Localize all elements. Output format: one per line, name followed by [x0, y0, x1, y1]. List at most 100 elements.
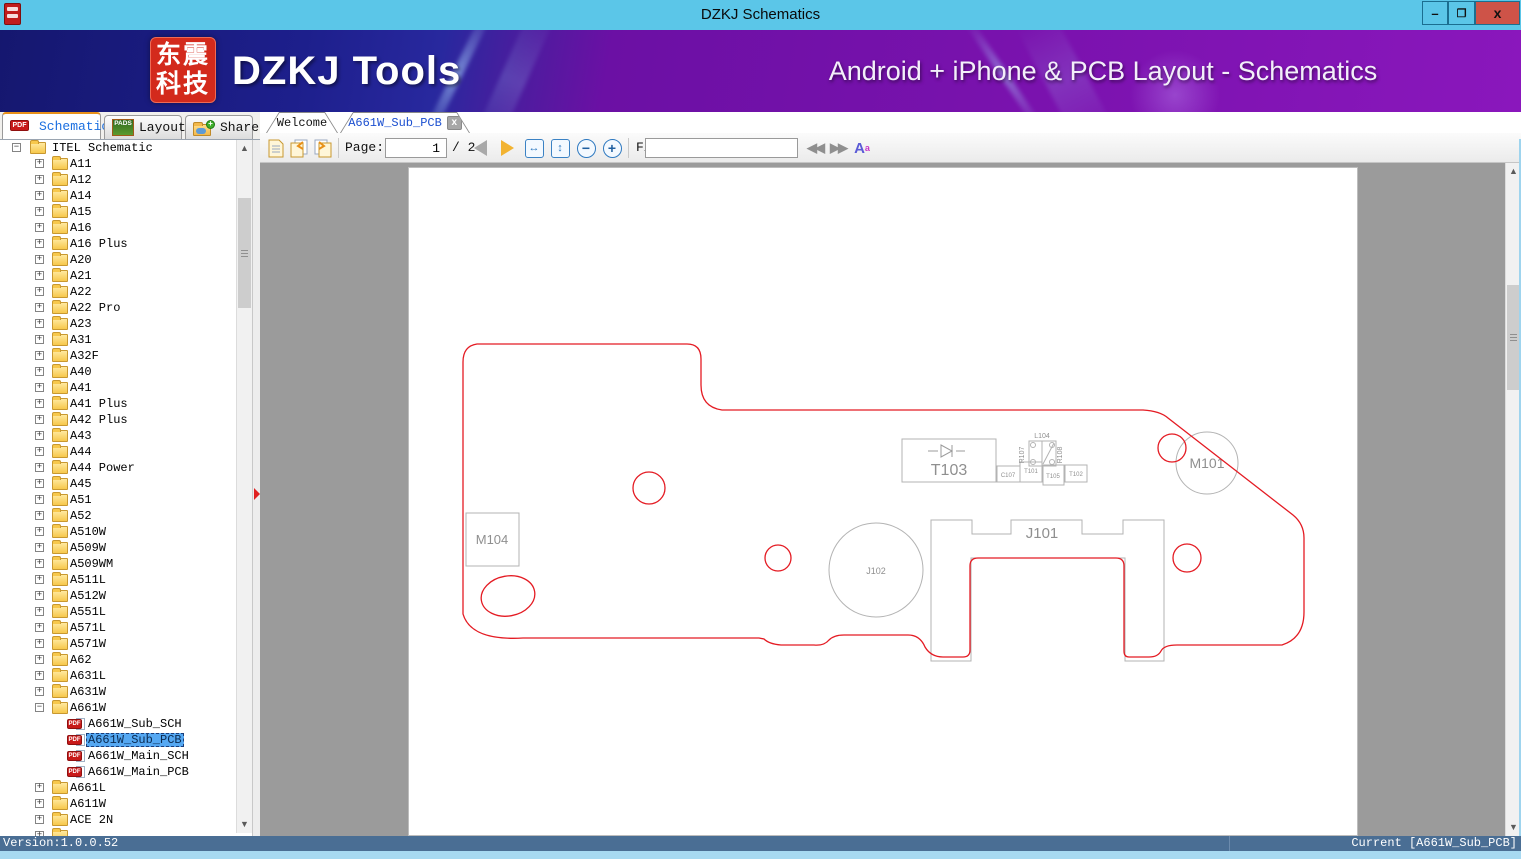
tree-item-label[interactable]: A12 [68, 173, 94, 187]
find-next-button[interactable]: ▶▶ [828, 138, 848, 158]
tree-item-label[interactable]: A509W [68, 541, 108, 555]
tree-item[interactable]: + A509WM [0, 556, 236, 572]
tree-expand-icon[interactable]: + [35, 543, 44, 552]
tree-expand-icon[interactable]: + [35, 511, 44, 520]
tree-item-label[interactable]: A45 [68, 477, 94, 491]
tree-scrollbar-thumb[interactable] [238, 198, 251, 308]
tree-expand-icon[interactable]: − [12, 143, 21, 152]
tree-expand-icon[interactable]: + [35, 351, 44, 360]
fit-page-button[interactable]: ↕ [550, 138, 570, 158]
tree-expand-icon[interactable]: + [35, 335, 44, 344]
tree-item[interactable]: + A21 [0, 268, 236, 284]
tree-item[interactable]: + A31 [0, 332, 236, 348]
tree-scrollbar[interactable]: ▲ ▼ [236, 140, 252, 833]
tree-expand-icon[interactable]: + [35, 687, 44, 696]
tree-item[interactable]: + ACE 2N [0, 812, 236, 828]
pdf-viewer-canvas[interactable]: M104 M101 J102 J101 T103 L104 R107 R108 … [260, 163, 1505, 836]
scroll-down-icon[interactable]: ▼ [237, 816, 252, 833]
tree-item[interactable]: − ITEL Schematic [0, 140, 236, 156]
tree-item[interactable]: + A43 [0, 428, 236, 444]
tree-item[interactable]: + A40 [0, 364, 236, 380]
tree-item[interactable]: + A22 Pro [0, 300, 236, 316]
tree-item[interactable]: + A511L [0, 572, 236, 588]
tree-item-label[interactable]: A51 [68, 493, 94, 507]
tree-expand-icon[interactable]: + [35, 287, 44, 296]
tree-item[interactable]: + A12 [0, 172, 236, 188]
tree-item-label[interactable]: A32F [68, 349, 101, 363]
tree-item[interactable]: + A631W [0, 684, 236, 700]
tree-item-label[interactable]: A551L [68, 605, 108, 619]
tree-expand-icon[interactable]: + [35, 175, 44, 184]
tree-item[interactable]: + A509W [0, 540, 236, 556]
tree-item-label[interactable]: A571W [68, 637, 108, 651]
tree-item-label[interactable]: A31 [68, 333, 94, 347]
tree-item[interactable]: + A45 [0, 476, 236, 492]
tree-item-label[interactable]: A44 Power [68, 461, 137, 475]
tree-item-label[interactable]: A611W [68, 797, 108, 811]
tree-item[interactable]: + A16 Plus [0, 236, 236, 252]
tree-item[interactable]: PDF A661W_Main_SCH [0, 748, 236, 764]
tree-item[interactable]: + A14 [0, 188, 236, 204]
tree-item-label[interactable]: A44 [68, 445, 94, 459]
tree-item-label[interactable]: A512W [68, 589, 108, 603]
tree-expand-icon[interactable]: + [35, 159, 44, 168]
tree-item[interactable]: + A22 [0, 284, 236, 300]
tree-expand-icon[interactable]: + [35, 431, 44, 440]
tree-expand-icon[interactable]: + [35, 383, 44, 392]
zoom-out-button[interactable]: − [576, 138, 596, 158]
tree-item[interactable]: + A571W [0, 636, 236, 652]
close-button[interactable]: x [1475, 1, 1520, 25]
tree-item-label[interactable]: A14 [68, 189, 94, 203]
tree-expand-icon[interactable]: + [35, 527, 44, 536]
tree-expand-icon[interactable]: + [35, 591, 44, 600]
tree-item[interactable]: PDF A661W_Main_PCB [0, 764, 236, 780]
tree-item-label[interactable]: A571L [68, 621, 108, 635]
page-forward-button[interactable] [497, 138, 517, 158]
tree-item[interactable]: + A42 Plus [0, 412, 236, 428]
tree-item[interactable]: + A510W [0, 524, 236, 540]
tree-item-label[interactable]: A661W_Sub_PCB [86, 733, 184, 747]
tree-expand-icon[interactable]: + [35, 623, 44, 632]
tree-item[interactable]: + A32F [0, 348, 236, 364]
tree-item-label[interactable]: A631L [68, 669, 108, 683]
tree-item[interactable]: + A23 [0, 316, 236, 332]
tree-expand-icon[interactable]: + [35, 223, 44, 232]
find-input[interactable] [645, 138, 798, 158]
tree-expand-icon[interactable]: + [35, 447, 44, 456]
tree-item[interactable]: PDF A661W_Sub_SCH [0, 716, 236, 732]
tree-item[interactable]: PDF A661W_Sub_PCB [0, 732, 236, 748]
tree-expand-icon[interactable]: + [35, 495, 44, 504]
find-previous-button[interactable]: ◀◀ [805, 138, 825, 158]
tree-item[interactable]: + A15 [0, 204, 236, 220]
next-page-icon[interactable] [312, 138, 332, 158]
tree-item-label[interactable]: A661L [68, 781, 108, 795]
tree-expand-icon[interactable]: + [35, 671, 44, 680]
tree-item[interactable]: + A551L [0, 604, 236, 620]
tree-expand-icon[interactable]: + [35, 415, 44, 424]
tree-item-label[interactable]: A42 Plus [68, 413, 130, 427]
tree-item-label[interactable]: A661W_Main_SCH [86, 749, 191, 763]
doc-tab-welcome[interactable]: Welcome [266, 112, 338, 133]
tree-item[interactable]: + A11 [0, 156, 236, 172]
tree-item-label[interactable]: A661W [68, 701, 108, 715]
tree-item-label[interactable]: A41 [68, 381, 94, 395]
tree-item[interactable]: + A41 Plus [0, 396, 236, 412]
tree-expand-icon[interactable]: + [35, 399, 44, 408]
tree-item[interactable]: + A41 [0, 380, 236, 396]
tree-item[interactable]: + A571L [0, 620, 236, 636]
tree-expand-icon[interactable]: + [35, 639, 44, 648]
tree-expand-icon[interactable]: − [35, 703, 44, 712]
tree-item[interactable]: + A512W [0, 588, 236, 604]
single-page-icon[interactable] [266, 138, 286, 158]
tree-item-label[interactable]: A52 [68, 509, 94, 523]
tree-expand-icon[interactable]: + [35, 303, 44, 312]
tree-expand-icon[interactable]: + [35, 271, 44, 280]
tree-expand-icon[interactable]: + [35, 191, 44, 200]
tree-item-label[interactable]: A22 [68, 285, 94, 299]
tree-expand-icon[interactable]: + [35, 559, 44, 568]
tree-item-label[interactable]: ACE 2N [68, 813, 115, 827]
tree-expand-icon[interactable]: + [35, 575, 44, 584]
tree-item-label[interactable]: A41 Plus [68, 397, 130, 411]
scroll-up-icon[interactable]: ▲ [237, 140, 252, 157]
tree-item-label[interactable]: A661W_Main_PCB [86, 765, 191, 779]
